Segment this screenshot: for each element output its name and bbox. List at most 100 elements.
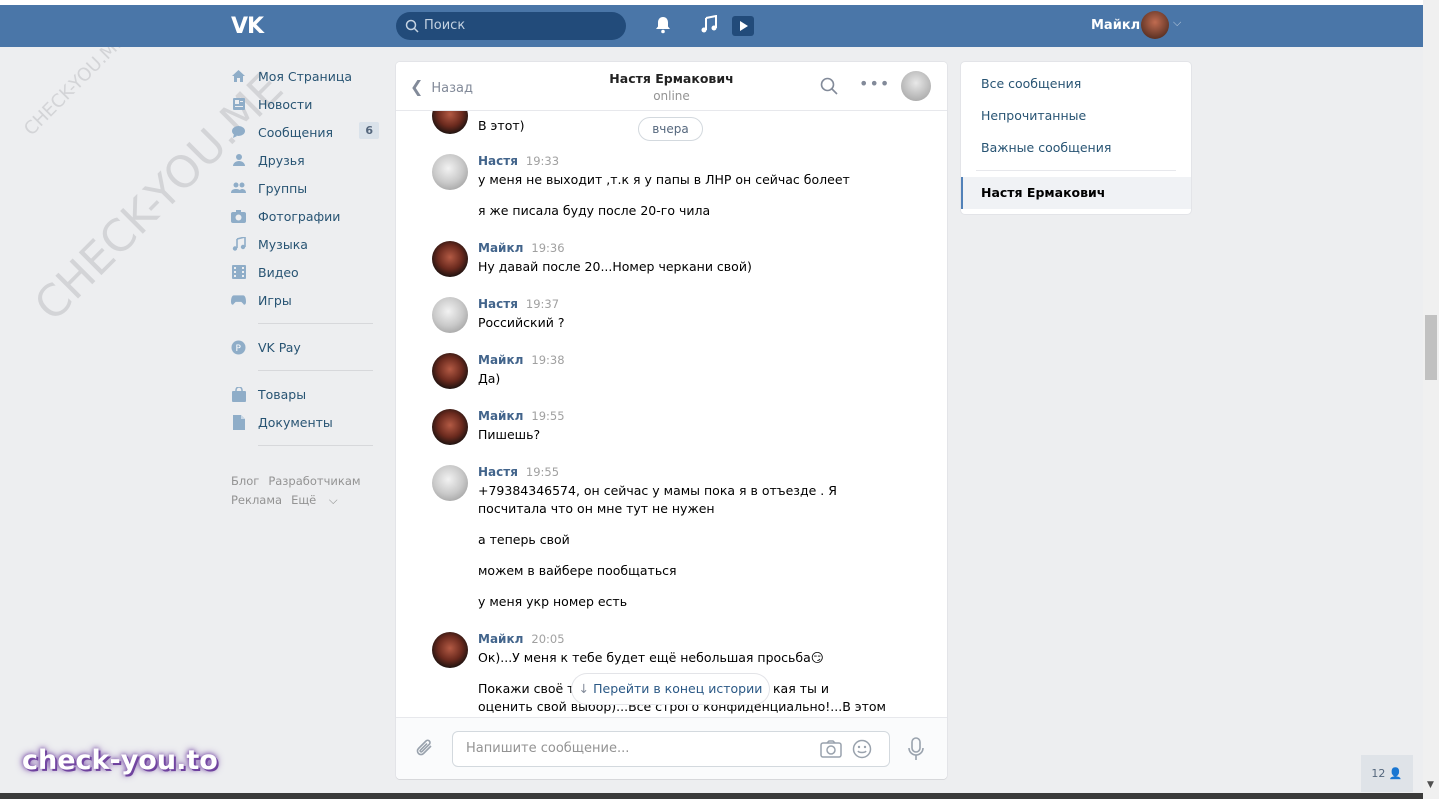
message-header: Майкл 20:05 bbox=[478, 632, 565, 646]
bell-icon[interactable] bbox=[654, 15, 672, 35]
camera-icon bbox=[231, 209, 246, 224]
chevron-down-icon[interactable]: ⌵ bbox=[1173, 16, 1181, 30]
sidebar-item-friends[interactable]: Друзья bbox=[231, 146, 381, 174]
footer-link-ads[interactable]: Реклама bbox=[231, 493, 282, 507]
message-header: Майкл 19:55 bbox=[478, 409, 565, 423]
chat-header: ❮ Назад Настя Ермакович online ••• bbox=[396, 62, 947, 111]
message-time[interactable]: 19:55 bbox=[526, 465, 559, 479]
message-time[interactable]: 20:05 bbox=[531, 632, 564, 646]
sidebar-item-vkpay[interactable]: P VK Pay bbox=[231, 333, 381, 361]
avatar[interactable] bbox=[432, 409, 468, 445]
message-text: а теперь свой bbox=[478, 532, 570, 547]
message-author[interactable]: Майкл bbox=[478, 353, 523, 367]
search-icon[interactable] bbox=[820, 77, 838, 95]
avatar[interactable] bbox=[432, 241, 468, 277]
filter-unread[interactable]: Непрочитанные bbox=[981, 108, 1086, 123]
taskbar bbox=[0, 793, 1423, 799]
message-text: В этот) bbox=[478, 118, 525, 133]
message-author[interactable]: Майкл bbox=[478, 409, 523, 423]
vk-logo[interactable]: VK bbox=[231, 14, 264, 39]
message-time[interactable]: 19:36 bbox=[531, 241, 564, 255]
paperclip-icon[interactable] bbox=[415, 737, 435, 759]
sidebar-item-goods[interactable]: Товары bbox=[231, 380, 381, 408]
message-text: можем в вайбере пообщаться bbox=[478, 563, 677, 578]
gamepad-icon bbox=[231, 293, 246, 308]
more-icon[interactable]: ••• bbox=[859, 74, 890, 93]
film-icon bbox=[231, 265, 246, 280]
date-separator: вчера bbox=[638, 117, 703, 141]
smile-icon[interactable] bbox=[852, 739, 872, 759]
avatar[interactable] bbox=[432, 632, 468, 668]
nav-divider bbox=[258, 370, 373, 371]
message-text: у меня укр номер есть bbox=[478, 594, 628, 609]
sidebar-item-groups[interactable]: Группы bbox=[231, 174, 381, 202]
sidebar-item-label: Моя Страница bbox=[258, 68, 352, 84]
sidebar-item-label: Игры bbox=[258, 292, 292, 308]
page-scrollbar[interactable]: ▼ bbox=[1423, 0, 1439, 799]
message-author[interactable]: Майкл bbox=[478, 632, 523, 646]
arrow-down-icon: ↓ bbox=[578, 681, 590, 696]
sidebar-item-my-page[interactable]: Моя Страница bbox=[231, 62, 381, 90]
video-icon[interactable] bbox=[731, 15, 755, 37]
sidebar-item-label: Группы bbox=[258, 180, 308, 196]
brand-watermark: check-you.to bbox=[22, 745, 218, 776]
message-time[interactable]: 19:55 bbox=[531, 409, 564, 423]
unread-badge: 6 bbox=[359, 122, 379, 139]
message-header: Настя 19:37 bbox=[478, 297, 559, 311]
peer-avatar[interactable] bbox=[901, 71, 931, 101]
username[interactable]: Майкл bbox=[1091, 18, 1140, 33]
avatar[interactable] bbox=[432, 465, 468, 501]
footer-link-blog[interactable]: Блог bbox=[231, 474, 259, 488]
message-header: Настя 19:55 bbox=[478, 465, 559, 479]
home-icon bbox=[231, 69, 246, 84]
user-icon bbox=[231, 153, 246, 168]
avatar[interactable] bbox=[432, 353, 468, 389]
avatar[interactable] bbox=[432, 111, 468, 134]
news-icon bbox=[231, 97, 246, 112]
avatar[interactable] bbox=[432, 154, 468, 190]
camera-icon[interactable] bbox=[820, 740, 842, 758]
search-input[interactable]: Поиск bbox=[396, 12, 626, 40]
jump-to-end-button[interactable]: ↓ Перейти в конец истории bbox=[572, 674, 769, 704]
message-author[interactable]: Настя bbox=[478, 154, 518, 168]
sidebar-item-news[interactable]: Новости bbox=[231, 90, 381, 118]
message-time[interactable]: 19:37 bbox=[526, 297, 559, 311]
online-friends-button[interactable]: 12 👤 bbox=[1361, 755, 1413, 792]
message-text: Пишешь? bbox=[478, 427, 541, 442]
message-text: +79384346574, он сейчас у мамы пока я в … bbox=[478, 483, 837, 498]
sidebar-item-label: Друзья bbox=[258, 152, 305, 168]
filter-important[interactable]: Важные сообщения bbox=[981, 140, 1111, 155]
sidebar-item-label: Товары bbox=[258, 386, 307, 402]
music-icon bbox=[231, 237, 246, 252]
sidebar-item-documents[interactable]: Документы bbox=[231, 408, 381, 436]
sidebar-item-label: VK Pay bbox=[258, 339, 301, 355]
message-time[interactable]: 19:33 bbox=[526, 154, 559, 168]
sidebar-item-music[interactable]: Музыка bbox=[231, 230, 381, 258]
user-avatar[interactable] bbox=[1141, 11, 1169, 39]
footer-link-more[interactable]: Ещё ⌵ bbox=[291, 493, 347, 507]
scrollbar-thumb[interactable] bbox=[1425, 315, 1437, 380]
footer-link-dev[interactable]: Разработчикам bbox=[268, 474, 360, 488]
message-author[interactable]: Настя bbox=[478, 297, 518, 311]
chevron-down-icon: ⌵ bbox=[328, 493, 338, 507]
filter-all-messages[interactable]: Все сообщения bbox=[981, 76, 1081, 91]
active-conversation[interactable]: Настя Ермакович bbox=[961, 177, 1191, 209]
sidebar-item-messages[interactable]: Сообщения 6 bbox=[231, 118, 381, 146]
message-text: Да) bbox=[478, 371, 501, 386]
sidebar-item-games[interactable]: Игры bbox=[231, 286, 381, 314]
message-text: Покажи своё те bbox=[478, 681, 583, 696]
avatar[interactable] bbox=[432, 297, 468, 333]
music-icon[interactable] bbox=[700, 15, 718, 35]
sidebar-item-video[interactable]: Видео bbox=[231, 258, 381, 286]
microphone-icon[interactable] bbox=[908, 737, 924, 761]
message-time[interactable]: 19:38 bbox=[531, 353, 564, 367]
message-author[interactable]: Майкл bbox=[478, 241, 523, 255]
message-text: Ок)...У меня к тебе будет ещё небольшая … bbox=[478, 650, 824, 665]
message-author[interactable]: Настя bbox=[478, 465, 518, 479]
sidebar-item-photos[interactable]: Фотографии bbox=[231, 202, 381, 230]
document-icon bbox=[231, 414, 246, 430]
search-icon bbox=[405, 19, 419, 33]
scroll-down-arrow[interactable]: ▼ bbox=[1427, 780, 1434, 790]
group-icon bbox=[231, 181, 246, 196]
message-filters: Все сообщения Непрочитанные Важные сообщ… bbox=[961, 62, 1191, 214]
